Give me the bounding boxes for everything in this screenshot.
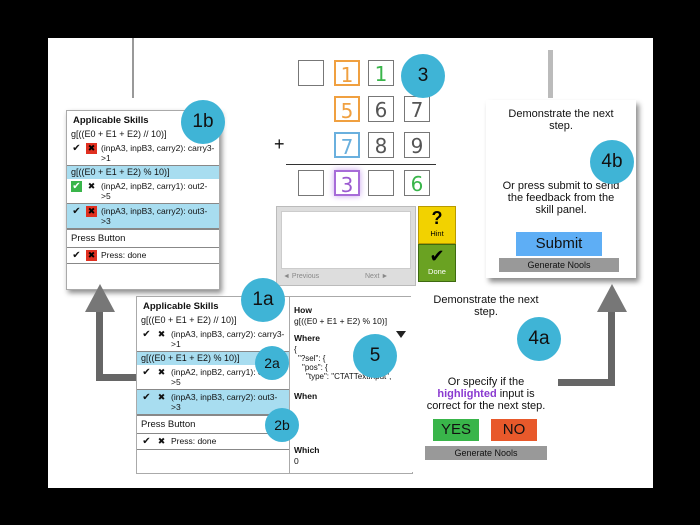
operand-b-digit-3: 9 bbox=[404, 132, 430, 158]
check-icon[interactable]: ✔ bbox=[71, 181, 82, 192]
carry-cell-3[interactable]: 1 bbox=[368, 60, 394, 86]
skill-row-text: (inpA3, inpB3, carry2): out3->3 bbox=[101, 206, 208, 226]
which-value: 0 bbox=[294, 456, 299, 466]
x-icon[interactable]: ✖ bbox=[156, 367, 167, 378]
x-icon[interactable]: ✖ bbox=[86, 250, 97, 261]
skill-out: g[((E0 + E1 + E2) % 10)] bbox=[67, 166, 219, 179]
skill-row: ✔ ✖ (inpA3, inpB3, carry2): out3->3 bbox=[137, 390, 290, 415]
which-label: Which bbox=[294, 445, 320, 455]
skill-row-text: (inpA2, inpB2, carry1): out2->5 bbox=[101, 181, 208, 201]
next-button[interactable]: Next ► bbox=[365, 273, 388, 280]
badge-1a: 1a bbox=[241, 278, 285, 322]
when-label: When bbox=[294, 391, 318, 401]
badge-3: 3 bbox=[401, 54, 445, 98]
skill-row: ✔ ✖ (inpA2, inpB2, carry1): out2->5 bbox=[67, 179, 219, 204]
operand-a-digit-2: 6 bbox=[368, 96, 394, 122]
check-icon[interactable]: ✔ bbox=[71, 143, 82, 154]
badge-5: 5 bbox=[353, 334, 397, 378]
no-button[interactable]: NO bbox=[491, 419, 537, 441]
done-label: Done bbox=[428, 267, 446, 276]
arrow-up-right-icon bbox=[597, 284, 627, 312]
tutor-message-area: ◄ Previous Next ► bbox=[276, 206, 416, 286]
operand-b-digit-2: 8 bbox=[368, 132, 394, 158]
skills-panel-main: Applicable Skills g[((E0 + E1 + E2) // 1… bbox=[136, 296, 291, 474]
badge-2a: 2a bbox=[255, 346, 289, 380]
x-icon[interactable]: ✖ bbox=[86, 143, 97, 154]
press-row-text: Press: done bbox=[101, 250, 147, 260]
check-icon[interactable]: ✔ bbox=[71, 206, 82, 217]
answer-cell-3[interactable] bbox=[368, 170, 394, 196]
carry-cell-2[interactable]: 1 bbox=[334, 60, 360, 87]
plus-sign: + bbox=[274, 134, 285, 154]
press-button-title: Press Button bbox=[67, 229, 219, 247]
check-icon[interactable]: ✔ bbox=[141, 329, 152, 340]
badge-4b: 4b bbox=[590, 140, 634, 184]
message-box bbox=[281, 211, 411, 269]
skill-row: ✔ ✖ (inpA3, inpB3, carry2): carry3->1 bbox=[67, 141, 219, 166]
answer-cell-1[interactable] bbox=[298, 170, 324, 196]
checkmark-icon: ✔ bbox=[429, 246, 445, 266]
badge-4a: 4a bbox=[517, 317, 561, 361]
press-row: ✔ ✖ Press: done bbox=[137, 433, 290, 450]
question-icon: ? bbox=[431, 208, 443, 228]
check-icon[interactable]: ✔ bbox=[71, 250, 82, 261]
generate-nools-button[interactable]: Generate Nools bbox=[499, 258, 619, 272]
carry-cell-1[interactable] bbox=[298, 60, 324, 86]
figure-canvas: 1 1 5 6 7 + 7 8 9 3 6 3 ◄ Previous Next … bbox=[48, 38, 653, 488]
press-row-text: Press: done bbox=[171, 436, 217, 446]
arrow-left-stem-horizontal bbox=[96, 374, 136, 381]
x-icon[interactable]: ✖ bbox=[156, 329, 167, 340]
hint-button[interactable]: ? Hint bbox=[418, 206, 456, 244]
skill-row-text: (inpA3, inpB3, carry2): carry3->1 bbox=[101, 143, 215, 163]
arrow-up-left-icon bbox=[85, 284, 115, 312]
panel-4a: Demonstrate the next step. Or specify if… bbox=[411, 288, 561, 472]
skill-row-text: (inpA3, inpB3, carry2): out3->3 bbox=[171, 392, 278, 412]
where-label: Where bbox=[294, 333, 320, 343]
generate-nools-button[interactable]: Generate Nools bbox=[425, 446, 547, 460]
answer-cell-2[interactable]: 3 bbox=[334, 170, 360, 197]
check-icon[interactable]: ✔ bbox=[141, 436, 152, 447]
arrow-right-stem-vertical bbox=[608, 310, 615, 386]
x-icon[interactable]: ✖ bbox=[86, 206, 97, 217]
yes-button[interactable]: YES bbox=[433, 419, 479, 441]
hint-label: Hint bbox=[430, 229, 444, 238]
press-row: ✔ ✖ Press: done bbox=[67, 247, 219, 264]
check-icon[interactable]: ✔ bbox=[141, 367, 152, 378]
demonstrate-text: Demonstrate the next step. bbox=[433, 294, 539, 318]
skill-row: ✔ ✖ (inpA3, inpB3, carry2): out3->3 bbox=[67, 204, 219, 229]
arrow-left-stem-vertical bbox=[96, 310, 103, 380]
x-icon[interactable]: ✖ bbox=[156, 436, 167, 447]
submit-button[interactable]: Submit bbox=[516, 232, 602, 256]
demonstrate-text: Demonstrate the next step. bbox=[508, 108, 614, 132]
badge-1b: 1b bbox=[181, 100, 225, 144]
done-button[interactable]: ✔ Done bbox=[418, 244, 456, 282]
arrow-right-stem-horizontal bbox=[558, 379, 615, 386]
check-icon[interactable]: ✔ bbox=[141, 392, 152, 403]
submit-instructions: Or press submit to send the feedback fro… bbox=[502, 180, 620, 216]
highlighted-word: highlighted bbox=[437, 388, 497, 400]
operand-b-digit-1: 7 bbox=[334, 132, 360, 159]
sum-line bbox=[286, 164, 436, 165]
previous-button[interactable]: ◄ Previous bbox=[283, 273, 319, 280]
skill-detail-panel: How g[((E0 + E1 + E2) % 10)] Where { "?s… bbox=[289, 296, 413, 474]
operand-a-digit-1: 5 bbox=[334, 96, 360, 123]
specify-instructions: Or specify if the highlighted input is c… bbox=[426, 376, 546, 412]
operand-a-digit-3: 7 bbox=[404, 96, 430, 122]
x-icon[interactable]: ✖ bbox=[156, 392, 167, 403]
panel-4b: Demonstrate the next step. Or press subm… bbox=[486, 100, 636, 278]
dropdown-triangle-icon[interactable] bbox=[396, 331, 406, 338]
answer-cell-4[interactable]: 6 bbox=[404, 170, 430, 196]
how-value: g[((E0 + E1 + E2) % 10)] bbox=[294, 316, 388, 326]
x-icon[interactable]: ✖ bbox=[86, 181, 97, 192]
how-label: How bbox=[294, 305, 312, 315]
badge-2b: 2b bbox=[265, 408, 299, 442]
